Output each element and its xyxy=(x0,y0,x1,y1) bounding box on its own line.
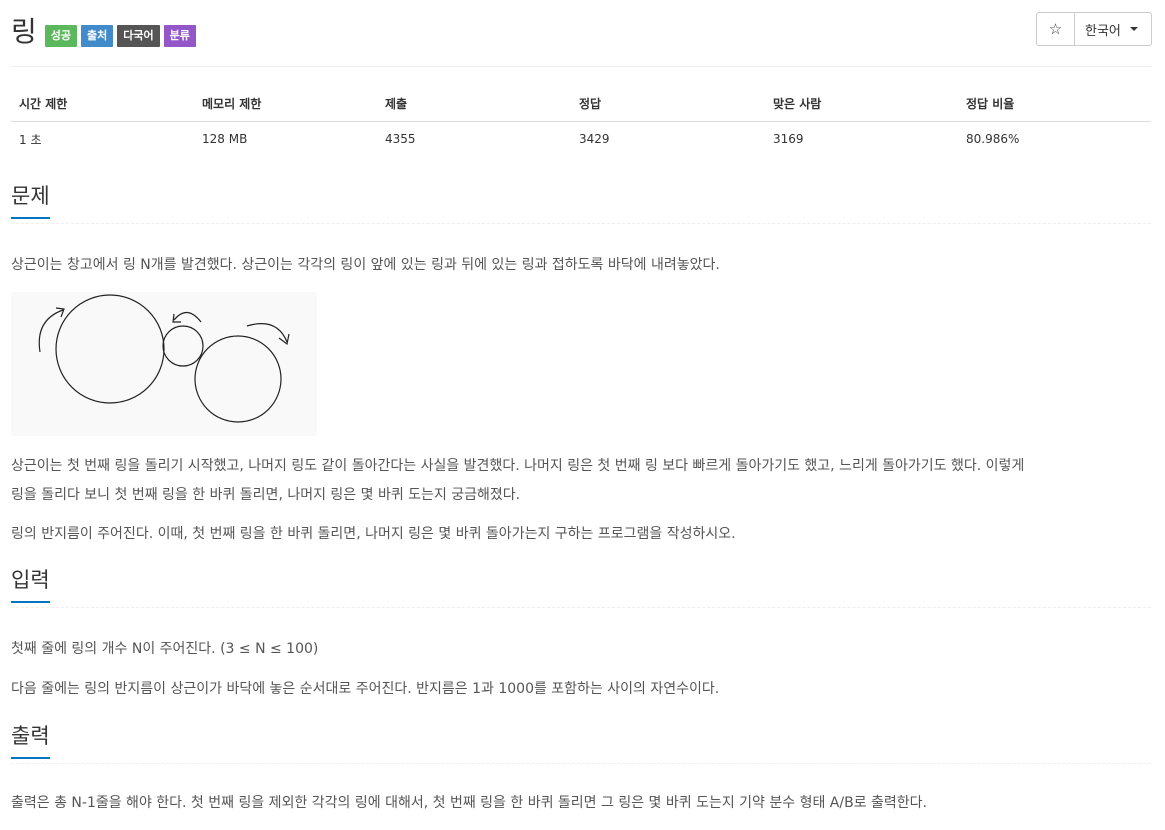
output-paragraph-1: 출력은 총 N-1줄을 해야 한다. 첫 번째 링을 제외한 각각의 링에 대해… xyxy=(11,795,927,811)
value-solved-users: 3169 xyxy=(773,132,804,147)
language-dropdown[interactable]: 한국어 xyxy=(1075,13,1151,45)
star-outline-icon: ☆ xyxy=(1048,20,1063,38)
rings-figure xyxy=(11,292,317,436)
problem-info-table: 시간 제한 메모리 제한 제출 정답 맞은 사람 정답 비율 1 초 128 M… xyxy=(11,86,1151,157)
header-memory-limit: 메모리 제한 xyxy=(194,86,377,122)
info-header-row: 시간 제한 메모리 제한 제출 정답 맞은 사람 정답 비율 xyxy=(11,86,1151,122)
top-controls: ☆ 한국어 xyxy=(1036,12,1152,46)
description-paragraph-2: 상근이는 첫 번째 링을 돌리기 시작했고, 나머지 링도 같이 돌아간다는 사… xyxy=(11,452,1151,510)
language-label: 한국어 xyxy=(1085,23,1121,39)
star-button[interactable]: ☆ xyxy=(1037,13,1075,45)
section-input: 입력 xyxy=(11,568,1151,608)
header-time-limit: 시간 제한 xyxy=(11,86,194,122)
ring-large xyxy=(55,294,165,404)
section-output: 출력 xyxy=(11,724,1151,764)
value-accepted: 3429 xyxy=(579,132,610,147)
rotate-arrow-middle xyxy=(173,311,202,323)
divider xyxy=(11,66,1151,67)
header-accepted: 정답 xyxy=(571,86,765,122)
badge-multilingual[interactable]: 다국어 xyxy=(117,25,160,47)
title-row: 링 성공 출처 다국어 분류 xyxy=(11,12,200,52)
section-output-heading: 출력 xyxy=(11,724,50,760)
value-accept-ratio: 80.986% xyxy=(966,132,1020,147)
input-paragraph-2: 다음 줄에는 링의 반지름이 상근이가 바닥에 놓은 순서대로 주어진다. 반지… xyxy=(11,681,720,697)
description-paragraph-1: 상근이는 창고에서 링 N개를 발견했다. 상근이는 각각의 링이 앞에 있는 … xyxy=(11,257,720,273)
ring-medium xyxy=(194,335,282,423)
info-value-row: 1 초 128 MB 4355 3429 3169 80.986% xyxy=(11,121,1151,157)
badge-source[interactable]: 출처 xyxy=(81,25,114,47)
section-description: 문제 xyxy=(11,184,1151,224)
input-paragraph-1: 첫째 줄에 링의 개수 N이 주어진다. (3 ≤ N ≤ 100) xyxy=(11,641,319,657)
description-paragraph-2-line-1: 상근이는 첫 번째 링을 돌리기 시작했고, 나머지 링도 같이 돌아간다는 사… xyxy=(11,458,1025,474)
caret-down-icon xyxy=(1129,27,1138,31)
description-paragraph-2-line-2: 링을 돌리다 보니 첫 번째 링을 한 바퀴 돌리면, 나머지 링은 몇 바퀴 … xyxy=(11,487,521,503)
rings-illustration xyxy=(38,294,290,423)
badge-success[interactable]: 성공 xyxy=(44,25,78,47)
section-description-heading: 문제 xyxy=(11,184,50,220)
header-accept-ratio: 정답 비율 xyxy=(958,86,1151,122)
value-submissions: 4355 xyxy=(385,132,416,147)
value-memory-limit: 128 MB xyxy=(202,132,248,147)
description-paragraph-3: 링의 반지름이 주어진다. 이때, 첫 번째 링을 한 바퀴 돌리면, 나머지 … xyxy=(11,526,736,542)
page-title: 링 xyxy=(11,15,37,48)
badge-category[interactable]: 분류 xyxy=(163,25,196,47)
ring-small xyxy=(162,325,204,367)
section-input-heading: 입력 xyxy=(11,568,50,604)
value-time-limit: 1 초 xyxy=(19,132,42,147)
header-submissions: 제출 xyxy=(377,86,571,122)
header-solved-users: 맞은 사람 xyxy=(765,86,958,122)
